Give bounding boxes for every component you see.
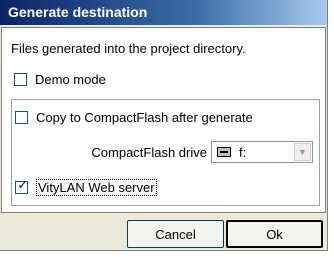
cf-drive-label: CompactFlash drive — [91, 144, 207, 160]
cf-drive-row: CompactFlash drive f: ▼ — [91, 141, 313, 163]
ok-button[interactable]: Ok — [226, 220, 323, 248]
demo-mode-checkbox[interactable]: Demo mode — [14, 72, 106, 87]
copy-to-cf-check-box[interactable] — [15, 111, 28, 124]
web-server-check-box[interactable]: ✓ — [15, 178, 28, 194]
web-server-tick: ✓ — [17, 178, 28, 192]
demo-mode-label: Demo mode — [35, 72, 106, 87]
demo-mode-check-box[interactable] — [14, 73, 27, 86]
copy-to-cf-tick — [16, 109, 29, 122]
web-server-label: VityLAN Web server — [36, 179, 157, 196]
title-bar: Generate destination — [0, 0, 327, 25]
compactflash-group: Copy to CompactFlash after generate Comp… — [11, 99, 320, 206]
demo-mode-tick — [15, 71, 28, 84]
copy-to-cf-label: Copy to CompactFlash after generate — [36, 110, 253, 125]
cf-drive-select[interactable]: f: ▼ — [211, 141, 313, 163]
info-text: Files generated into the project directo… — [11, 41, 246, 56]
options-panel: Files generated into the project directo… — [1, 27, 326, 213]
generate-destination-dialog: Generate destination Files generated int… — [0, 0, 328, 251]
chevron-down-icon[interactable]: ▼ — [294, 143, 311, 161]
web-server-checkbox[interactable]: ✓ VityLAN Web server — [15, 179, 157, 196]
cancel-button[interactable]: Cancel — [127, 220, 224, 248]
drive-icon — [217, 147, 231, 157]
copy-to-cf-checkbox[interactable]: Copy to CompactFlash after generate — [15, 110, 253, 125]
cf-drive-value: f: — [239, 144, 247, 160]
